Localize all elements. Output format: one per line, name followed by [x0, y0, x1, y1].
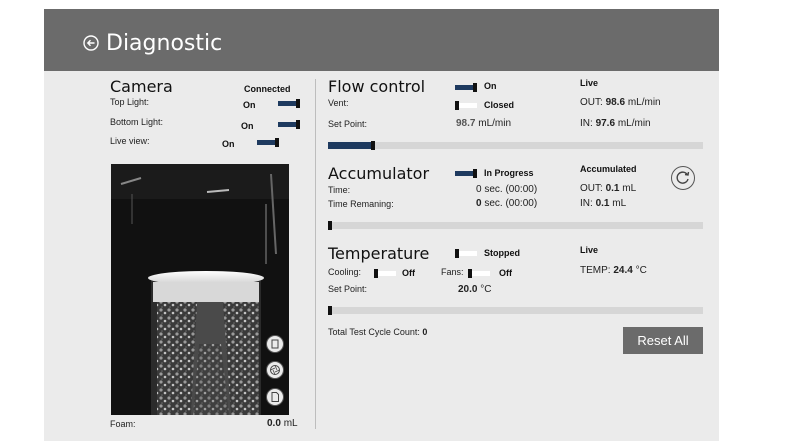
time-detail: sec. (00:00): [484, 184, 538, 195]
accumulator-progress-bar: [328, 221, 703, 230]
fans-label: Fans:: [441, 267, 464, 277]
vent-value: Closed: [484, 100, 515, 110]
accumulator-toggle-label: In Progress: [484, 168, 534, 178]
reset-all-button[interactable]: Reset All: [623, 327, 703, 354]
vent-toggle[interactable]: [455, 101, 477, 110]
live-view-value: On: [222, 139, 235, 149]
time-remaining-label: Time Remaning:: [328, 199, 394, 209]
bottom-light-label: Bottom Light:: [110, 117, 164, 127]
accumulated-title: Accumulated: [580, 164, 637, 174]
page-title: Diagnostic: [106, 31, 223, 56]
flow-in-unit: mL/min: [617, 118, 651, 129]
cooling-label: Cooling:: [328, 267, 362, 277]
foam-readout: 0.0 mL: [267, 418, 298, 429]
temperature-setpoint-unit: °C: [480, 284, 492, 295]
top-light-toggle[interactable]: [278, 99, 300, 108]
temperature-setpoint-label: Set Point:: [328, 284, 368, 294]
time-remaining-detail: sec. (00:00): [484, 198, 538, 209]
flow-setpoint-value: 98.7: [456, 118, 476, 129]
foam-unit: mL: [283, 418, 298, 429]
accumulated-in-unit: mL: [612, 198, 627, 209]
accumulated-out-value: 0.1: [605, 183, 620, 194]
accumulated-out-label: OUT:: [580, 183, 603, 194]
foam-value: 0.0: [267, 418, 281, 429]
accumulated-in-value: 0.1: [595, 198, 610, 209]
flow-out-label: OUT:: [580, 97, 603, 108]
flow-live-title: Live: [580, 78, 599, 88]
diagnostic-window: Diagnostic Camera Connected Top Light: O…: [44, 9, 719, 441]
fans-value: Off: [499, 268, 512, 278]
refresh-icon[interactable]: [671, 166, 695, 190]
live-view-toggle[interactable]: [257, 138, 279, 147]
time-readout: 0 sec. (00:00): [476, 184, 537, 195]
column-divider: [315, 79, 316, 429]
flow-out-readout: OUT: 98.6 mL/min: [580, 97, 661, 108]
time-remaining-readout: 0 sec. (00:00): [476, 198, 537, 209]
accumulated-out-readout: OUT: 0.1 mL: [580, 183, 636, 194]
flow-in-label: IN:: [580, 118, 593, 129]
camera-live-feed: [111, 164, 289, 415]
temperature-setpoint-readout: 20.0 °C: [458, 284, 491, 295]
flow-in-value: 97.6: [595, 118, 616, 129]
flow-toggle-label: On: [484, 81, 497, 91]
temperature-readout-unit: °C: [635, 265, 647, 276]
temperature-title: Temperature: [328, 244, 430, 263]
temperature-readout-label: TEMP:: [580, 265, 611, 276]
time-value: 0: [476, 184, 482, 195]
temperature-toggle-label: Stopped: [484, 248, 520, 258]
back-arrow-icon[interactable]: [83, 35, 99, 51]
flow-setpoint-slider[interactable]: [328, 141, 703, 150]
zoom-icon[interactable]: [266, 335, 284, 353]
foam-column-image: [111, 164, 289, 415]
temperature-toggle[interactable]: [455, 249, 477, 258]
flow-setpoint-unit: mL/min: [478, 118, 512, 129]
flow-toggle[interactable]: [455, 83, 477, 92]
fans-toggle[interactable]: [468, 269, 490, 278]
cycle-count-label: Total Test Cycle Count:: [328, 327, 420, 337]
camera-title: Camera: [110, 77, 173, 96]
live-view-label: Live view:: [110, 136, 150, 146]
bottom-light-value: On: [241, 121, 254, 131]
foam-label: Foam:: [110, 419, 136, 429]
top-light-label: Top Light:: [110, 97, 150, 107]
flow-setpoint-label: Set Point:: [328, 119, 368, 129]
time-remaining-value: 0: [476, 198, 482, 209]
cooling-toggle[interactable]: [374, 269, 396, 278]
accumulated-in-readout: IN: 0.1 mL: [580, 198, 626, 209]
title-bar: Diagnostic: [44, 9, 719, 71]
temperature-readout-value: 24.4: [613, 265, 633, 276]
flow-out-unit: mL/min: [627, 97, 661, 108]
bottom-light-toggle[interactable]: [278, 120, 300, 129]
accumulated-out-unit: mL: [622, 183, 637, 194]
flow-in-readout: IN: 97.6 mL/min: [580, 118, 651, 129]
top-light-value: On: [243, 100, 256, 110]
flow-title: Flow control: [328, 77, 426, 96]
accumulated-in-label: IN:: [580, 198, 593, 209]
temperature-readout: TEMP: 24.4 °C: [580, 265, 647, 276]
temperature-setpoint-slider[interactable]: [328, 306, 703, 315]
time-label: Time:: [328, 185, 351, 195]
cycle-count-value: 0: [422, 327, 428, 337]
accumulator-toggle[interactable]: [455, 169, 477, 178]
flow-out-value: 98.6: [605, 97, 626, 108]
temperature-live-title: Live: [580, 245, 599, 255]
shutter-icon[interactable]: [266, 361, 284, 379]
file-icon[interactable]: [266, 388, 284, 406]
camera-status: Connected: [244, 84, 291, 94]
flow-setpoint-readout: 98.7 mL/min: [456, 118, 511, 129]
cycle-count: Total Test Cycle Count: 0: [328, 327, 427, 337]
accumulator-title: Accumulator: [328, 164, 430, 183]
vent-label: Vent:: [328, 98, 349, 108]
temperature-setpoint-value: 20.0: [458, 284, 478, 295]
cooling-value: Off: [402, 268, 415, 278]
